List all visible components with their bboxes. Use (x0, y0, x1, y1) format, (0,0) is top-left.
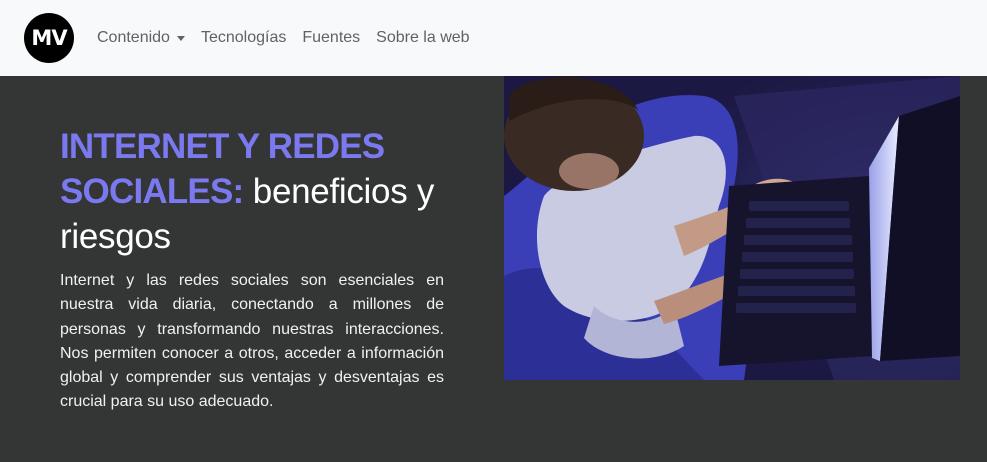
nav-item-fuentes[interactable]: Fuentes (302, 29, 360, 47)
page-title: INTERNET Y REDES SOCIALES: beneficios y … (60, 124, 444, 259)
nav-item-label: Sobre la web (376, 29, 470, 46)
nav-item-label: Tecnologías (200, 29, 287, 46)
site-logo[interactable]: MV (24, 13, 74, 63)
hero-text: INTERNET Y REDES SOCIALES: beneficios y … (60, 124, 444, 415)
hero-description: Internet y las redes sociales son esenci… (60, 272, 444, 411)
hero-image (504, 76, 960, 380)
nav-item-tecnologias[interactable]: Tecnologías (201, 29, 286, 47)
caret-down-icon (176, 36, 185, 41)
nav-item-contenido[interactable]: Contenido (97, 29, 185, 47)
nav-item-label: Fuentes (302, 29, 361, 46)
nav-item-sobre-la-web[interactable]: Sobre la web (376, 29, 469, 47)
navbar: MV Contenido Tecnologías Fuentes Sobre l… (0, 0, 987, 76)
child-using-laptop-illustration (504, 76, 960, 380)
nav-links: Contenido Tecnologías Fuentes Sobre la w… (97, 0, 486, 76)
nav-item-label: Contenido (97, 29, 170, 46)
